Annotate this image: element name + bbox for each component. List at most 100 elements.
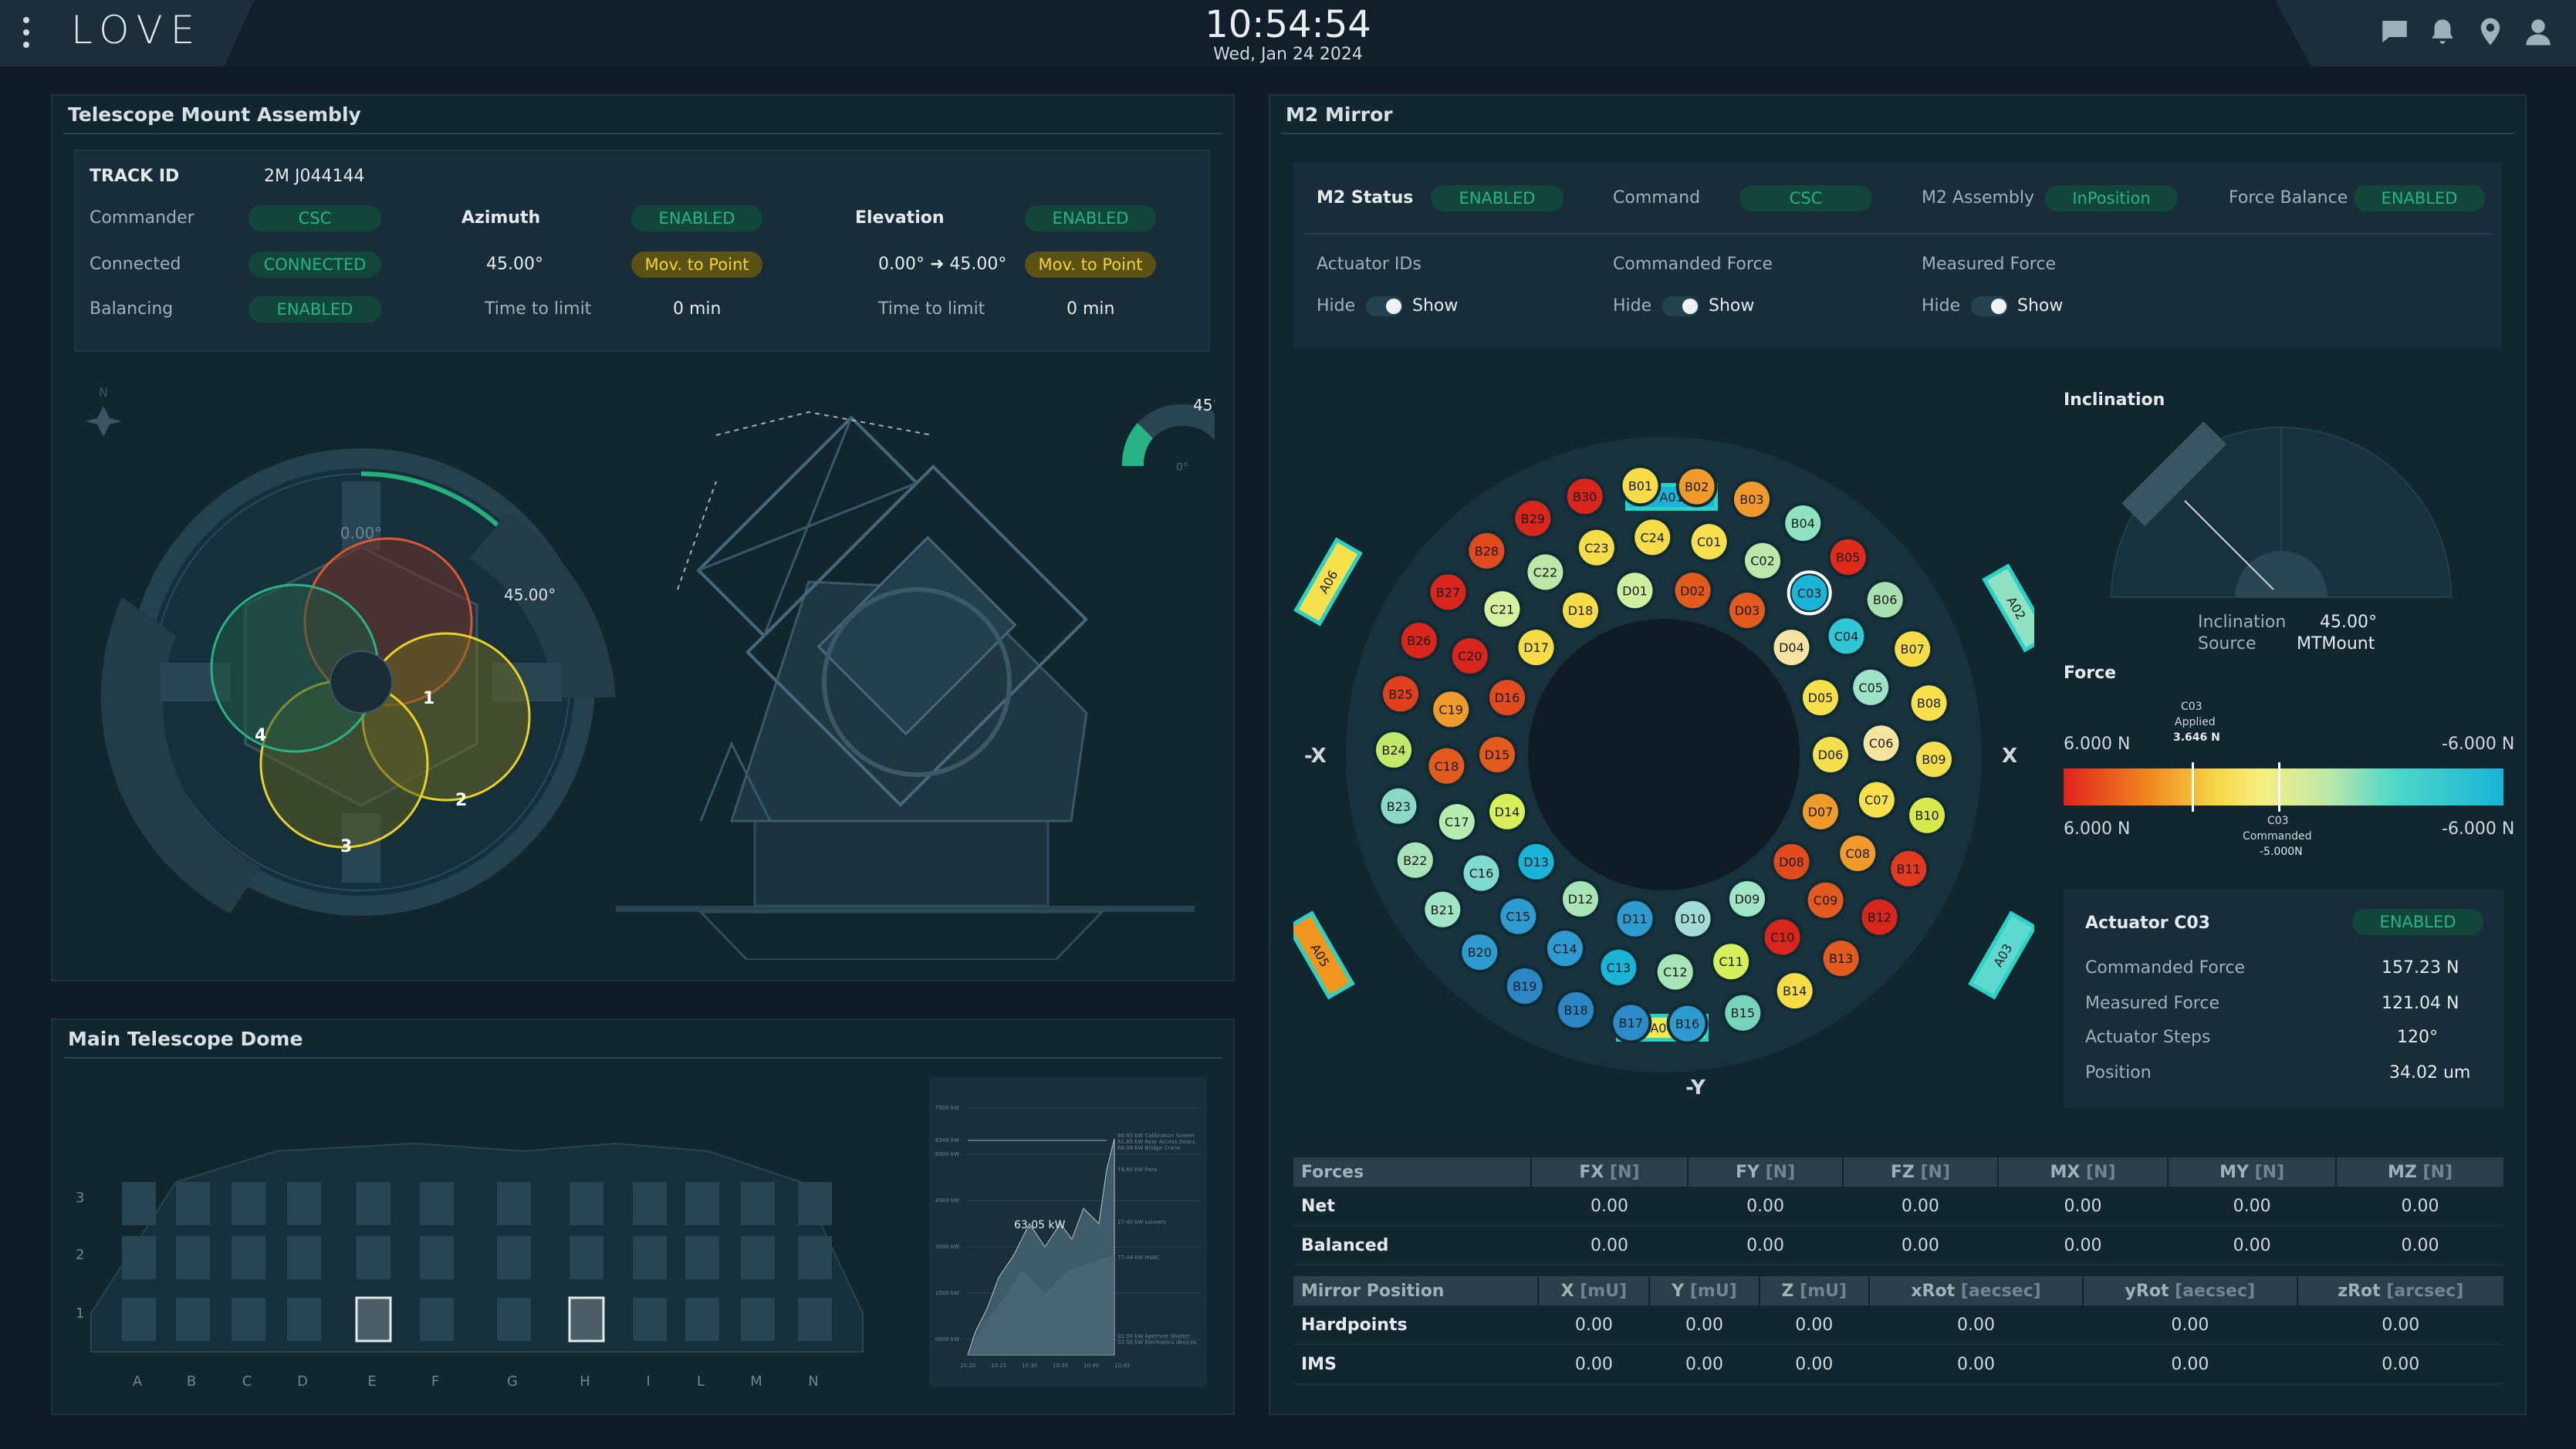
louver-N[interactable] — [798, 1236, 832, 1279]
app-logo[interactable]: LOVE — [71, 8, 202, 52]
actuator-B28[interactable]: B28 — [1465, 529, 1508, 572]
actuator-C09[interactable]: C09 — [1804, 879, 1847, 921]
actuator-B09[interactable]: B09 — [1912, 738, 1955, 781]
actuator-D04[interactable]: D04 — [1770, 627, 1813, 669]
actuator-C07[interactable]: C07 — [1855, 779, 1898, 821]
louver-I[interactable] — [633, 1298, 667, 1341]
actuator-C01[interactable]: C01 — [1688, 521, 1730, 563]
actuator-C08[interactable]: C08 — [1837, 833, 1879, 875]
actuator-D01[interactable]: D01 — [1614, 569, 1656, 612]
actuator-C15[interactable]: C15 — [1497, 895, 1540, 937]
actuator-B02[interactable]: B02 — [1675, 465, 1718, 508]
actuator-B29[interactable]: B29 — [1512, 497, 1554, 539]
actuator-D03[interactable]: D03 — [1726, 589, 1768, 631]
louver-N[interactable] — [798, 1298, 832, 1341]
louver-L[interactable] — [685, 1236, 719, 1279]
louver-H[interactable] — [570, 1182, 603, 1225]
louver-D[interactable] — [287, 1182, 321, 1225]
louver-M[interactable] — [741, 1298, 775, 1341]
actuator-B15[interactable]: B15 — [1722, 991, 1764, 1034]
actuator-D14[interactable]: D14 — [1486, 790, 1529, 833]
louver-I[interactable] — [633, 1182, 667, 1225]
actuator-C11[interactable]: C11 — [1710, 941, 1753, 983]
actuator-B04[interactable]: B04 — [1782, 502, 1824, 544]
chat-icon[interactable] — [2378, 15, 2411, 48]
actuator-B14[interactable]: B14 — [1773, 970, 1816, 1012]
actuator-C05[interactable]: C05 — [1850, 666, 1892, 708]
actuator-D08[interactable]: D08 — [1770, 840, 1813, 883]
actuator-B21[interactable]: B21 — [1422, 888, 1464, 931]
actuator-B06[interactable]: B06 — [1864, 579, 1906, 621]
bell-icon[interactable] — [2426, 15, 2459, 48]
louver-A[interactable] — [122, 1298, 156, 1341]
menu-icon[interactable] — [23, 17, 32, 48]
actuator-B25[interactable]: B25 — [1379, 673, 1422, 715]
actuator-C20[interactable]: C20 — [1449, 634, 1491, 677]
actuator-D17[interactable]: D17 — [1515, 627, 1557, 669]
louver-A[interactable] — [122, 1182, 156, 1225]
actuator-C12[interactable]: C12 — [1654, 951, 1696, 993]
actuator-B11[interactable]: B11 — [1888, 847, 1930, 890]
actuator-C21[interactable]: C21 — [1481, 588, 1523, 630]
louver-F[interactable] — [420, 1182, 454, 1225]
actuator-C14[interactable]: C14 — [1543, 927, 1586, 970]
louver-B[interactable] — [176, 1182, 210, 1225]
tangent-actuator-A03[interactable]: A03 — [1968, 910, 2034, 1000]
actuator-C03[interactable]: C03 — [1787, 570, 1832, 616]
louver-G[interactable] — [497, 1182, 531, 1225]
louver-A[interactable] — [122, 1236, 156, 1279]
actuator-B12[interactable]: B12 — [1858, 896, 1901, 938]
louver-E[interactable] — [355, 1296, 392, 1343]
louver-G[interactable] — [497, 1236, 531, 1279]
louver-B[interactable] — [176, 1236, 210, 1279]
actuator-B13[interactable]: B13 — [1820, 937, 1862, 980]
actuator-C17[interactable]: C17 — [1435, 801, 1478, 843]
actuator-C10[interactable]: C10 — [1761, 916, 1804, 958]
actuator-D18[interactable]: D18 — [1560, 589, 1601, 631]
actuator-B23[interactable]: B23 — [1378, 785, 1420, 827]
actuator-B26[interactable]: B26 — [1398, 620, 1440, 662]
actuator-B07[interactable]: B07 — [1891, 628, 1934, 670]
actuator-D02[interactable]: D02 — [1672, 569, 1714, 612]
louver-B[interactable] — [176, 1298, 210, 1341]
tangent-actuator-A06[interactable]: A06 — [1293, 537, 1363, 627]
user-icon[interactable] — [2522, 15, 2554, 48]
louver-L[interactable] — [685, 1298, 719, 1341]
louver-C[interactable] — [232, 1298, 265, 1341]
actuator-D13[interactable]: D13 — [1515, 840, 1557, 883]
actuator-B24[interactable]: B24 — [1373, 728, 1415, 771]
actuator-C23[interactable]: C23 — [1575, 526, 1618, 569]
actuator-C22[interactable]: C22 — [1524, 551, 1567, 593]
actuator-D05[interactable]: D05 — [1799, 677, 1841, 719]
actuator-B27[interactable]: B27 — [1427, 571, 1469, 613]
measured-force-toggle[interactable] — [1971, 296, 2008, 316]
actuator-C18[interactable]: C18 — [1425, 745, 1468, 787]
actuator-D12[interactable]: D12 — [1560, 878, 1601, 920]
louver-E[interactable] — [357, 1236, 390, 1279]
actuator-B17[interactable]: B17 — [1610, 1001, 1652, 1044]
actuator-B30[interactable]: B30 — [1564, 475, 1606, 518]
actuator-ids-toggle[interactable] — [1366, 296, 1403, 316]
louver-F[interactable] — [420, 1236, 454, 1279]
louver-M[interactable] — [741, 1182, 775, 1225]
actuator-C13[interactable]: C13 — [1597, 946, 1640, 988]
louver-I[interactable] — [633, 1236, 667, 1279]
actuator-C16[interactable]: C16 — [1460, 852, 1503, 894]
actuator-B10[interactable]: B10 — [1906, 794, 1949, 836]
actuator-C24[interactable]: C24 — [1631, 516, 1674, 559]
actuator-C04[interactable]: C04 — [1825, 615, 1868, 657]
louver-C[interactable] — [232, 1182, 265, 1225]
actuator-D10[interactable]: D10 — [1672, 897, 1714, 940]
actuator-B16[interactable]: B16 — [1666, 1002, 1709, 1045]
commanded-force-toggle[interactable] — [1662, 296, 1699, 316]
louver-E[interactable] — [357, 1182, 390, 1225]
actuator-D11[interactable]: D11 — [1614, 897, 1656, 940]
actuator-B01[interactable]: B01 — [1619, 464, 1662, 507]
louver-H[interactable] — [568, 1296, 605, 1343]
actuator-B22[interactable]: B22 — [1394, 839, 1436, 881]
actuator-D09[interactable]: D09 — [1726, 878, 1768, 920]
louver-D[interactable] — [287, 1298, 321, 1341]
actuator-B20[interactable]: B20 — [1459, 931, 1501, 973]
louver-L[interactable] — [685, 1182, 719, 1225]
louver-C[interactable] — [232, 1236, 265, 1279]
